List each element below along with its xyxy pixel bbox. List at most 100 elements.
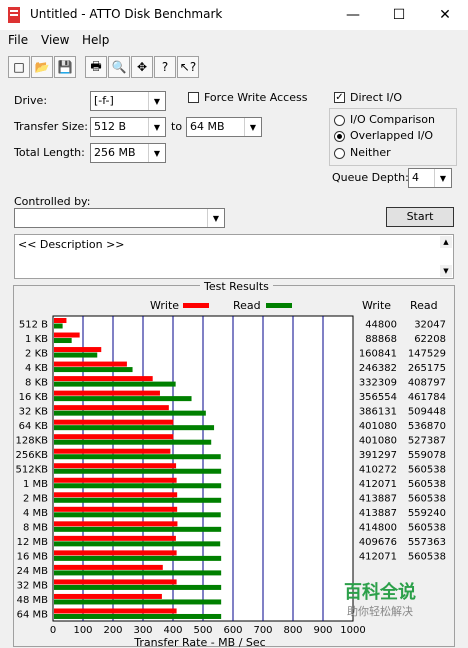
write-bar [54,361,127,367]
x-tick-label: 200 [103,625,122,636]
write-bar [54,477,177,483]
read-bar [54,599,222,605]
write-value: 386131 [359,406,397,417]
write-bar [54,448,171,454]
write-value: 414800 [359,523,397,534]
read-value: 536870 [408,421,446,432]
read-bar [54,483,222,489]
write-value: 88868 [365,334,397,345]
x-tick-label: 0 [50,625,56,636]
write-value: 410272 [359,465,397,476]
category-label: 1 MB [23,479,48,490]
category-label: 8 MB [23,523,48,534]
write-value: 391297 [359,450,397,461]
x-tick-label: 500 [193,625,212,636]
watermark-slogan: 助你轻松解决 [347,605,413,618]
x-tick-label: 800 [283,625,302,636]
read-value: 560538 [408,552,446,563]
category-label: 4 MB [23,508,48,519]
write-bar [54,419,174,425]
category-label: 64 KB [19,421,48,432]
write-bar [54,434,174,440]
x-tick-label: 100 [73,625,92,636]
write-bar [54,579,177,585]
x-tick-label: 600 [223,625,242,636]
x-tick-label: 900 [313,625,332,636]
category-label: 64 MB [17,610,49,621]
write-bar [54,463,177,469]
write-value: 356554 [359,392,397,403]
read-bar [54,468,222,474]
read-bar [54,570,222,576]
read-bar [54,381,176,387]
x-tick-label: 300 [133,625,152,636]
read-value: 32047 [414,319,446,330]
read-value: 559078 [408,450,446,461]
write-value: 401080 [359,435,397,446]
read-value: 559240 [408,508,446,519]
read-bar [54,555,222,561]
read-bar [54,439,212,445]
write-bar [54,564,163,570]
read-bar [54,613,222,619]
x-tick-label: 700 [253,625,272,636]
write-bar [54,550,177,556]
category-label: 512 B [19,319,48,330]
read-bar [54,526,222,532]
read-value: 62208 [414,334,446,345]
write-value: 413887 [359,494,397,505]
write-bar [54,347,102,353]
write-bar [54,521,178,527]
read-value: 560538 [408,479,446,490]
read-bar [54,367,133,373]
write-bar [54,376,153,382]
read-value: 560538 [408,494,446,505]
write-bar [54,405,169,411]
category-label: 2 MB [23,494,48,505]
x-axis-label: Transfer Rate - MB / Sec [133,636,265,648]
category-label: 128KB [15,435,48,446]
read-value: 560538 [408,523,446,534]
read-bar [54,338,72,344]
read-value: 461784 [408,392,446,403]
write-bar [54,593,162,599]
write-value: 44800 [365,319,397,330]
category-label: 12 MB [17,537,49,548]
category-label: 24 MB [17,566,49,577]
category-label: 16 MB [17,552,49,563]
write-bar [54,506,178,512]
write-value: 413887 [359,508,397,519]
x-tick-label: 400 [163,625,182,636]
read-bar [54,425,215,431]
read-value: 560538 [408,465,446,476]
x-tick-label: 1000 [340,625,365,636]
category-label: 16 KB [19,392,48,403]
category-label: 32 KB [19,406,48,417]
write-value: 412071 [359,552,397,563]
results-chart: 0 100 200 300 400 500 600 700 800 900 1000 Transfer… [15,315,446,648]
category-label: 4 KB [25,363,48,374]
write-value: 401080 [359,421,397,432]
category-label: 512KB [15,465,48,476]
read-value: 147529 [408,348,446,359]
read-value: 408797 [408,377,446,388]
category-label: 1 KB [25,334,48,345]
read-bar [54,410,206,416]
read-bar [54,454,221,460]
read-value: 265175 [408,363,446,374]
read-bar [54,396,192,402]
read-value: 509448 [408,406,446,417]
read-bar [54,512,221,518]
write-bar [54,608,177,614]
read-bar [54,323,63,329]
read-value: 557363 [408,537,446,548]
write-value: 160841 [359,348,397,359]
category-label: 32 MB [17,581,49,592]
write-value: 246382 [359,363,397,374]
category-label: 8 KB [25,377,48,388]
read-bar [54,541,221,547]
write-bar [54,390,160,396]
write-value: 332309 [359,377,397,388]
write-bar [54,332,80,338]
read-bar [54,584,222,590]
